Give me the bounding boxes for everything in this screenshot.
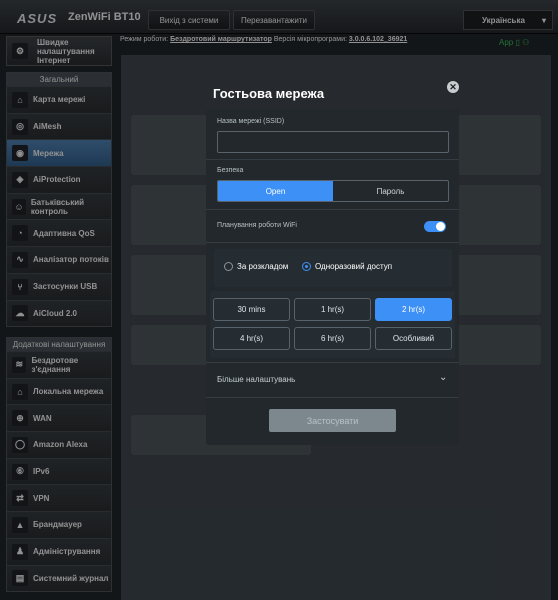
duration-custom-button[interactable]: Особливий bbox=[375, 327, 452, 350]
radio-label: За розкладом bbox=[237, 262, 289, 271]
guest-network-panel: Назва мережі (SSID) Безпека Open Пароль … bbox=[206, 109, 459, 445]
divider bbox=[206, 397, 459, 398]
duration-1hr-button[interactable]: 1 hr(s) bbox=[294, 298, 371, 321]
ssid-label: Назва мережі (SSID) bbox=[217, 118, 285, 125]
schedule-mode-group: За розкладом Одноразовий доступ bbox=[214, 249, 452, 287]
radio-circle-selected bbox=[302, 262, 311, 271]
divider bbox=[206, 362, 459, 363]
radio-circle bbox=[224, 262, 233, 271]
radio-scheduled[interactable]: За розкладом bbox=[224, 262, 288, 271]
duration-4hr-button[interactable]: 4 hr(s) bbox=[213, 327, 290, 350]
more-settings-toggle[interactable]: Більше налаштувань bbox=[217, 375, 295, 384]
apply-button[interactable]: Застосувати bbox=[269, 409, 396, 432]
duration-group: 30 mins 1 hr(s) 2 hr(s) 4 hr(s) 6 hr(s) … bbox=[210, 291, 455, 358]
divider bbox=[206, 159, 459, 160]
close-icon[interactable]: ✕ bbox=[447, 81, 459, 93]
security-option-open[interactable]: Open bbox=[218, 181, 333, 201]
divider bbox=[206, 209, 459, 210]
duration-30min-button[interactable]: 30 mins bbox=[213, 298, 290, 321]
radio-label: Одноразовий доступ bbox=[315, 262, 393, 271]
toggle-knob bbox=[436, 222, 445, 231]
wifi-schedule-label: Планування роботи WiFi bbox=[217, 222, 297, 229]
chevron-down-icon[interactable]: ⌄ bbox=[439, 372, 447, 383]
wifi-schedule-toggle[interactable] bbox=[424, 221, 446, 232]
duration-6hr-button[interactable]: 6 hr(s) bbox=[294, 327, 371, 350]
duration-2hr-button[interactable]: 2 hr(s) bbox=[375, 298, 452, 321]
radio-one-time[interactable]: Одноразовий доступ bbox=[302, 262, 392, 271]
divider bbox=[206, 242, 459, 243]
security-label: Безпека bbox=[217, 167, 244, 174]
security-segmented-control[interactable]: Open Пароль bbox=[217, 180, 449, 202]
security-option-password[interactable]: Пароль bbox=[333, 181, 448, 201]
ssid-input[interactable] bbox=[217, 131, 449, 153]
modal-title: Гостьова мережа bbox=[213, 86, 325, 101]
